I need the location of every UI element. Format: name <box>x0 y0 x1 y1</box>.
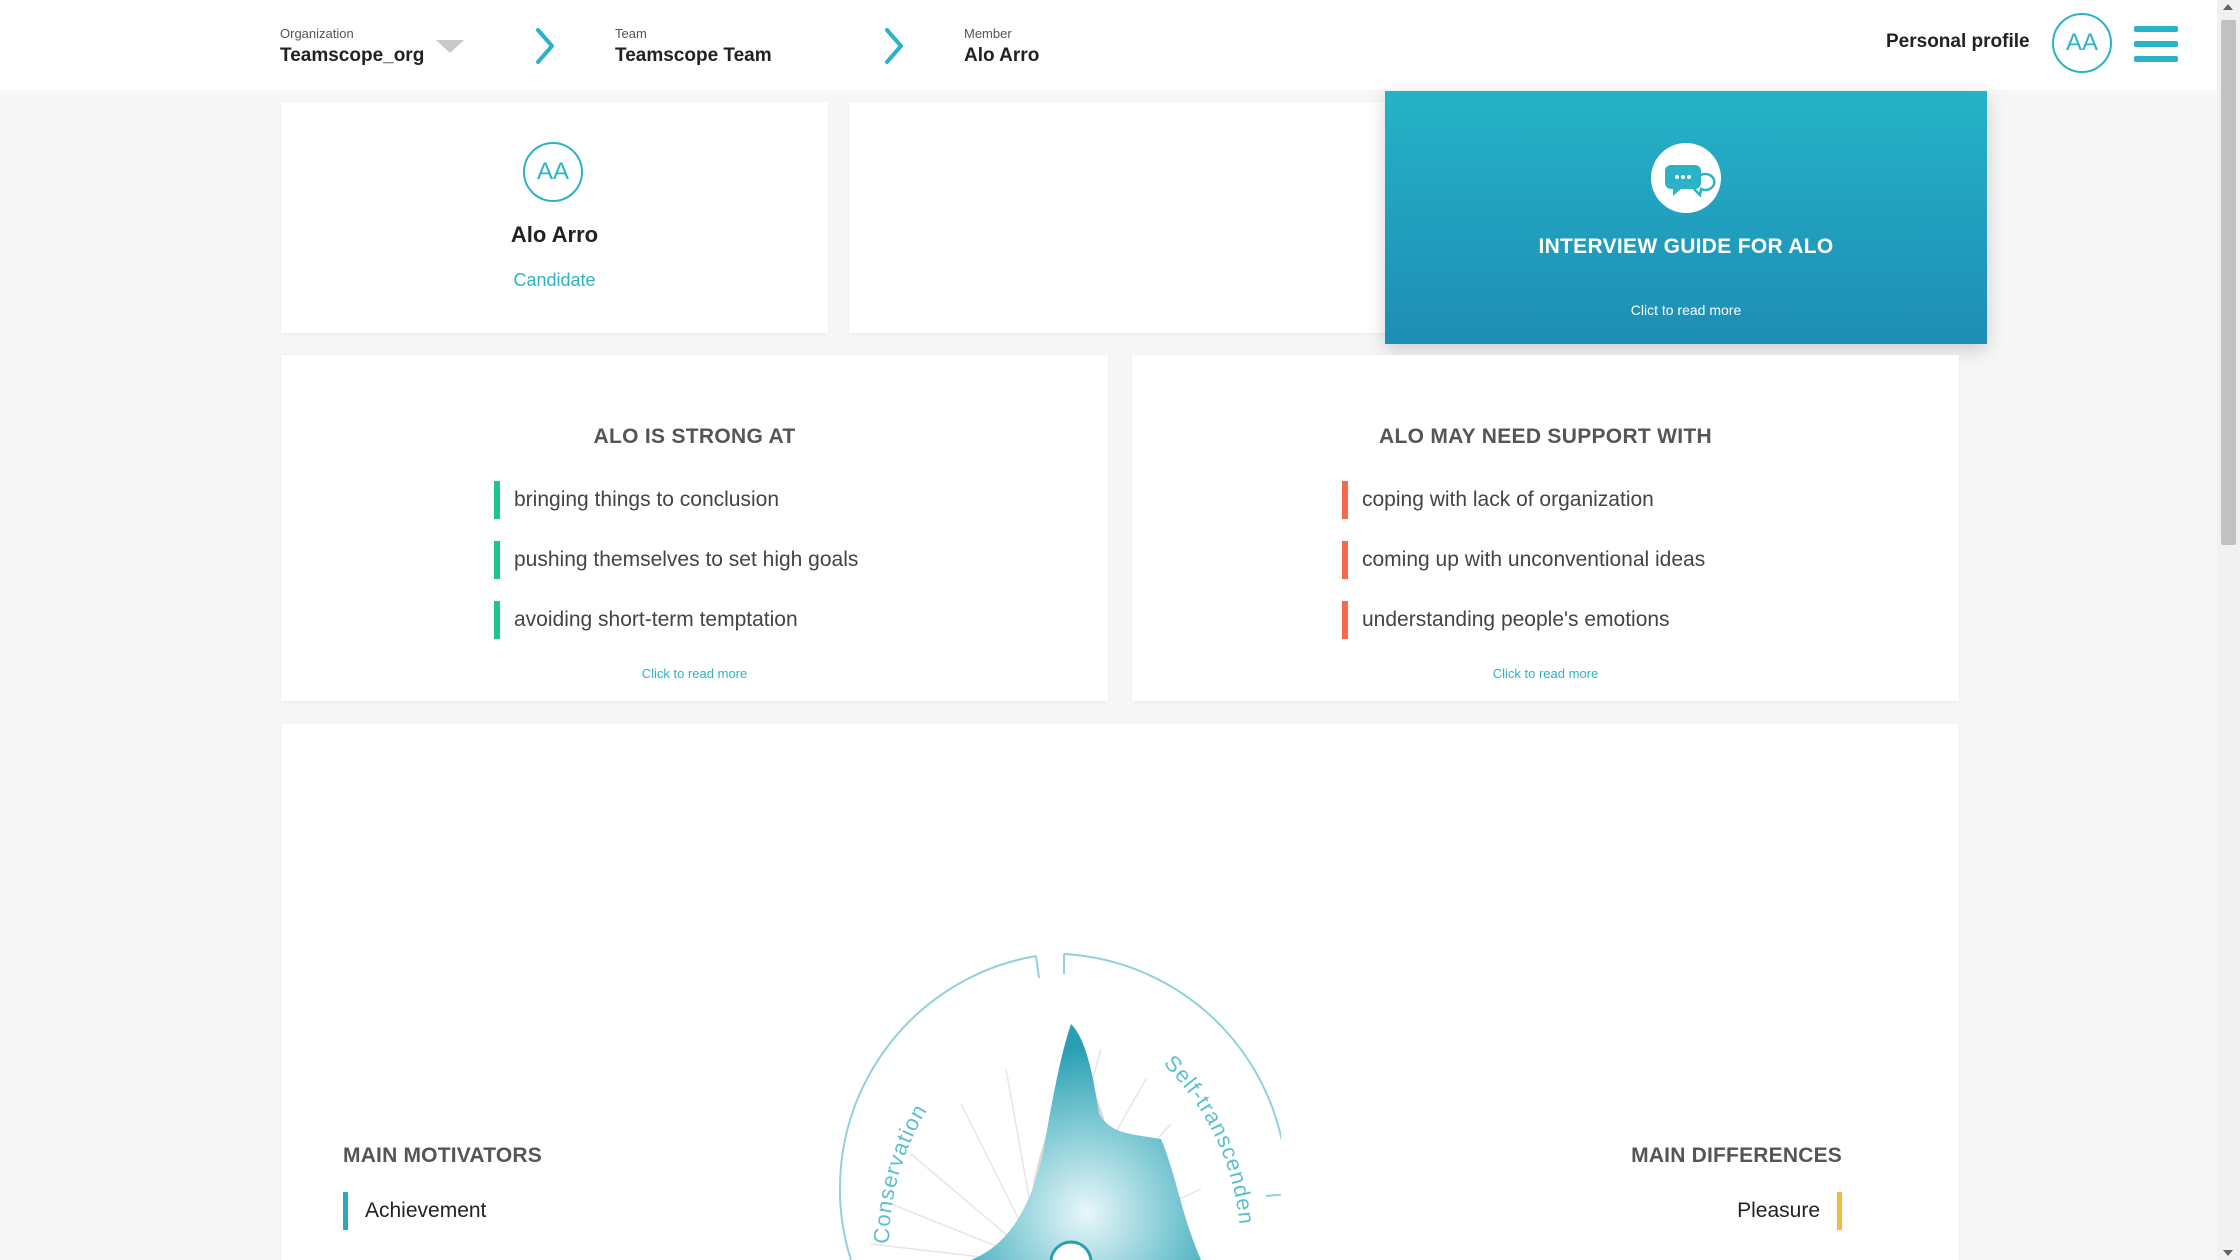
vertical-scrollbar[interactable] <box>2217 0 2240 1260</box>
top-bar: Organization Teamscope_org Team Teamscop… <box>0 0 2217 90</box>
page: Organization Teamscope_org Team Teamscop… <box>0 0 2240 1260</box>
breadcrumb-member-value: Alo Arro <box>964 45 1040 66</box>
support-text: coping with lack of organization <box>1362 488 1654 511</box>
chat-bubbles-icon <box>1651 143 1721 213</box>
personal-profile-link[interactable]: Personal profile <box>1886 31 2030 53</box>
strength-text: avoiding short-term temptation <box>514 608 798 631</box>
support-read-more-link[interactable]: Click to read more <box>1132 666 1959 681</box>
values-wheel-chart: Conservation Self-transcendence <box>781 944 1281 1260</box>
interview-guide-card[interactable]: INTERVIEW GUIDE FOR ALO Clict to read mo… <box>1385 91 1987 344</box>
list-item: bringing things to conclusion <box>494 481 858 519</box>
blank-card <box>849 102 1389 333</box>
support-list: coping with lack of organization coming … <box>1342 481 1705 661</box>
list-item: coming up with unconventional ideas <box>1342 541 1705 579</box>
list-item: coping with lack of organization <box>1342 481 1705 519</box>
strengths-read-more-link[interactable]: Click to read more <box>281 666 1108 681</box>
strength-text: pushing themselves to set high goals <box>514 548 859 571</box>
green-indicator-bar <box>494 481 500 519</box>
strengths-title: ALO IS STRONG AT <box>593 425 796 448</box>
member-role: Candidate <box>513 270 596 290</box>
list-item: pushing themselves to set high goals <box>494 541 858 579</box>
difference-item: Pleasure <box>1737 1192 1842 1230</box>
green-indicator-bar <box>494 601 500 639</box>
breadcrumb-team[interactable]: Team Teamscope Team <box>615 26 772 68</box>
support-text: coming up with unconventional ideas <box>1362 548 1706 571</box>
scroll-down-arrow-icon[interactable] <box>2223 1250 2233 1256</box>
breadcrumb-team-value: Teamscope Team <box>615 45 772 66</box>
scrollbar-thumb[interactable] <box>2221 20 2236 545</box>
support-card: ALO MAY NEED SUPPORT WITH coping with la… <box>1132 355 1959 701</box>
yellow-indicator-bar <box>1837 1192 1842 1230</box>
wheel-label-self-transcendence: Self-transcendence <box>781 944 1260 1226</box>
member-name: Alo Arro <box>510 222 599 247</box>
difference-text: Pleasure <box>1737 1199 1820 1222</box>
blue-indicator-bar <box>343 1192 348 1230</box>
wheel-label-conservation: Conservation <box>869 1099 932 1244</box>
orange-indicator-bar <box>1342 601 1348 639</box>
green-indicator-bar <box>494 541 500 579</box>
strength-text: bringing things to conclusion <box>514 488 780 511</box>
orange-indicator-bar <box>1342 541 1348 579</box>
breadcrumb-team-label: Team <box>615 26 647 41</box>
breadcrumb-organization[interactable]: Organization Teamscope_org <box>280 26 424 68</box>
member-card: AA Alo Arro Candidate <box>281 102 828 333</box>
motivator-item: Achievement <box>343 1192 486 1230</box>
list-item: avoiding short-term temptation <box>494 601 858 639</box>
chevron-right-icon <box>536 28 554 64</box>
hamburger-menu-icon[interactable] <box>2134 24 2178 64</box>
interview-guide-read-more[interactable]: Clict to read more <box>1385 302 1987 318</box>
strengths-card: ALO IS STRONG AT bringing things to conc… <box>281 355 1108 701</box>
chevron-right-icon <box>885 28 903 64</box>
interview-guide-title: INTERVIEW GUIDE FOR ALO <box>1538 235 1834 258</box>
motivator-text: Achievement <box>365 1199 487 1222</box>
motivators-panel: MAIN MOTIVATORS Achievement MAIN DIFFERE… <box>281 724 1959 1260</box>
scroll-up-arrow-icon[interactable] <box>2223 4 2233 10</box>
organization-dropdown-caret-icon[interactable] <box>436 40 464 53</box>
member-avatar: AA <box>523 142 583 202</box>
breadcrumb-organization-label: Organization <box>280 26 354 41</box>
breadcrumb-member-label: Member <box>964 26 1012 41</box>
breadcrumb-member[interactable]: Member Alo Arro <box>964 26 1039 68</box>
list-item: understanding people's emotions <box>1342 601 1705 639</box>
main-motivators-title: MAIN MOTIVATORS <box>343 1144 542 1167</box>
support-title: ALO MAY NEED SUPPORT WITH <box>1378 425 1713 448</box>
orange-indicator-bar <box>1342 481 1348 519</box>
support-text: understanding people's emotions <box>1362 608 1670 631</box>
main-differences-title: MAIN DIFFERENCES <box>1631 1144 1842 1167</box>
breadcrumb-organization-value: Teamscope_org <box>280 45 425 66</box>
user-avatar[interactable]: AA <box>2052 13 2112 73</box>
strengths-list: bringing things to conclusion pushing th… <box>494 481 858 661</box>
